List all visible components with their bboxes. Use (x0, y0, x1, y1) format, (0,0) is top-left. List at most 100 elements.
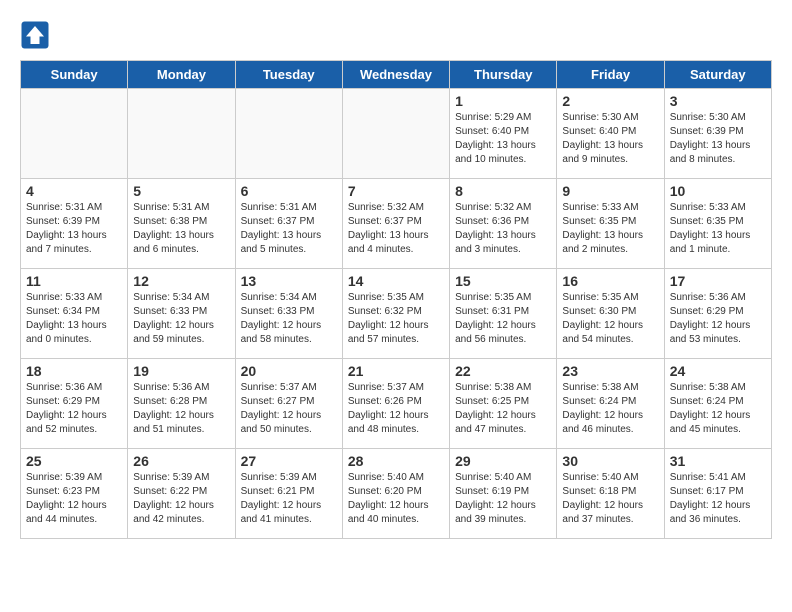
day-cell: 25 Sunrise: 5:39 AM Sunset: 6:23 PM Dayli… (21, 449, 128, 539)
day-info: Sunrise: 5:36 AM Sunset: 6:28 PM Dayligh… (133, 381, 229, 437)
day-number: 19 (133, 363, 229, 379)
day-cell: 2 Sunrise: 5:30 AM Sunset: 6:40 PM Daylig… (557, 89, 664, 179)
day-cell: 7 Sunrise: 5:32 AM Sunset: 6:37 PM Daylig… (342, 179, 449, 269)
day-number: 8 (455, 183, 551, 199)
day-info: Sunrise: 5:38 AM Sunset: 6:24 PM Dayligh… (562, 381, 658, 437)
day-info: Sunrise: 5:40 AM Sunset: 6:18 PM Dayligh… (562, 471, 658, 527)
header-row: SundayMondayTuesdayWednesdayThursdayFrid… (21, 61, 772, 89)
day-number: 13 (241, 273, 337, 289)
day-number: 31 (670, 453, 766, 469)
day-cell: 9 Sunrise: 5:33 AM Sunset: 6:35 PM Daylig… (557, 179, 664, 269)
day-info: Sunrise: 5:35 AM Sunset: 6:31 PM Dayligh… (455, 291, 551, 347)
day-number: 3 (670, 93, 766, 109)
logo-icon (20, 20, 50, 50)
day-cell: 6Sunrise: 5:31 AM Sunset: 6:37 PM Daylig… (235, 179, 342, 269)
day-cell: 21 Sunrise: 5:37 AM Sunset: 6:26 PM Dayli… (342, 359, 449, 449)
day-cell: 27 Sunrise: 5:39 AM Sunset: 6:21 PM Dayli… (235, 449, 342, 539)
day-number: 4 (26, 183, 122, 199)
day-number: 1 (455, 93, 551, 109)
day-cell: 30 Sunrise: 5:40 AM Sunset: 6:18 PM Dayli… (557, 449, 664, 539)
day-number: 22 (455, 363, 551, 379)
day-info: Sunrise: 5:38 AM Sunset: 6:25 PM Dayligh… (455, 381, 551, 437)
day-cell: 13 Sunrise: 5:34 AM Sunset: 6:33 PM Dayli… (235, 269, 342, 359)
weekday-header: Sunday (21, 61, 128, 89)
day-cell: 8 Sunrise: 5:32 AM Sunset: 6:36 PM Daylig… (450, 179, 557, 269)
day-info: Sunrise: 5:38 AM Sunset: 6:24 PM Dayligh… (670, 381, 766, 437)
day-cell: 24 Sunrise: 5:38 AM Sunset: 6:24 PM Dayli… (664, 359, 771, 449)
day-info: Sunrise: 5:40 AM Sunset: 6:19 PM Dayligh… (455, 471, 551, 527)
day-cell: 14Sunrise: 5:35 AM Sunset: 6:32 PM Dayli… (342, 269, 449, 359)
day-info: Sunrise: 5:39 AM Sunset: 6:23 PM Dayligh… (26, 471, 122, 527)
day-cell (342, 89, 449, 179)
week-row: 25 Sunrise: 5:39 AM Sunset: 6:23 PM Dayli… (21, 449, 772, 539)
day-number: 29 (455, 453, 551, 469)
day-info: Sunrise: 5:35 AM Sunset: 6:30 PM Dayligh… (562, 291, 658, 347)
day-number: 17 (670, 273, 766, 289)
day-number: 9 (562, 183, 658, 199)
day-info: Sunrise: 5:32 AM Sunset: 6:36 PM Dayligh… (455, 201, 551, 257)
weekday-header: Saturday (664, 61, 771, 89)
day-cell: 26Sunrise: 5:39 AM Sunset: 6:22 PM Dayli… (128, 449, 235, 539)
day-info: Sunrise: 5:37 AM Sunset: 6:26 PM Dayligh… (348, 381, 444, 437)
day-number: 2 (562, 93, 658, 109)
calendar-table: SundayMondayTuesdayWednesdayThursdayFrid… (20, 60, 772, 539)
day-cell: 10 Sunrise: 5:33 AM Sunset: 6:35 PM Dayli… (664, 179, 771, 269)
day-info: Sunrise: 5:33 AM Sunset: 6:34 PM Dayligh… (26, 291, 122, 347)
day-number: 30 (562, 453, 658, 469)
day-number: 25 (26, 453, 122, 469)
weekday-header: Tuesday (235, 61, 342, 89)
weekday-header: Monday (128, 61, 235, 89)
day-info: Sunrise: 5:37 AM Sunset: 6:27 PM Dayligh… (241, 381, 337, 437)
day-number: 14 (348, 273, 444, 289)
day-cell: 11 Sunrise: 5:33 AM Sunset: 6:34 PM Dayli… (21, 269, 128, 359)
day-number: 18 (26, 363, 122, 379)
day-cell (128, 89, 235, 179)
day-number: 11 (26, 273, 122, 289)
day-info: Sunrise: 5:40 AM Sunset: 6:20 PM Dayligh… (348, 471, 444, 527)
weekday-header: Friday (557, 61, 664, 89)
week-row: 18 Sunrise: 5:36 AM Sunset: 6:29 PM Dayli… (21, 359, 772, 449)
day-cell: 5 Sunrise: 5:31 AM Sunset: 6:38 PM Daylig… (128, 179, 235, 269)
day-number: 23 (562, 363, 658, 379)
day-info: Sunrise: 5:39 AM Sunset: 6:22 PM Dayligh… (133, 471, 229, 527)
day-info: Sunrise: 5:32 AM Sunset: 6:37 PM Dayligh… (348, 201, 444, 257)
day-cell: 19 Sunrise: 5:36 AM Sunset: 6:28 PM Dayli… (128, 359, 235, 449)
day-info: Sunrise: 5:36 AM Sunset: 6:29 PM Dayligh… (670, 291, 766, 347)
page-header (20, 20, 772, 50)
day-number: 24 (670, 363, 766, 379)
day-info: Sunrise: 5:39 AM Sunset: 6:21 PM Dayligh… (241, 471, 337, 527)
day-info: Sunrise: 5:33 AM Sunset: 6:35 PM Dayligh… (670, 201, 766, 257)
week-row: 4 Sunrise: 5:31 AM Sunset: 6:39 PM Daylig… (21, 179, 772, 269)
day-cell: 15 Sunrise: 5:35 AM Sunset: 6:31 PM Dayli… (450, 269, 557, 359)
day-cell: 1 Sunrise: 5:29 AM Sunset: 6:40 PM Daylig… (450, 89, 557, 179)
day-info: Sunrise: 5:41 AM Sunset: 6:17 PM Dayligh… (670, 471, 766, 527)
day-cell: 23 Sunrise: 5:38 AM Sunset: 6:24 PM Dayli… (557, 359, 664, 449)
weekday-header: Thursday (450, 61, 557, 89)
day-info: Sunrise: 5:30 AM Sunset: 6:40 PM Dayligh… (562, 111, 658, 167)
day-cell: 12Sunrise: 5:34 AM Sunset: 6:33 PM Dayli… (128, 269, 235, 359)
day-info: Sunrise: 5:29 AM Sunset: 6:40 PM Dayligh… (455, 111, 551, 167)
day-info: Sunrise: 5:36 AM Sunset: 6:29 PM Dayligh… (26, 381, 122, 437)
day-number: 15 (455, 273, 551, 289)
day-info: Sunrise: 5:34 AM Sunset: 6:33 PM Dayligh… (133, 291, 229, 347)
day-number: 10 (670, 183, 766, 199)
day-number: 21 (348, 363, 444, 379)
day-info: Sunrise: 5:31 AM Sunset: 6:38 PM Dayligh… (133, 201, 229, 257)
day-number: 7 (348, 183, 444, 199)
day-info: Sunrise: 5:31 AM Sunset: 6:39 PM Dayligh… (26, 201, 122, 257)
day-number: 5 (133, 183, 229, 199)
day-info: Sunrise: 5:34 AM Sunset: 6:33 PM Dayligh… (241, 291, 337, 347)
weekday-header: Wednesday (342, 61, 449, 89)
day-info: Sunrise: 5:30 AM Sunset: 6:39 PM Dayligh… (670, 111, 766, 167)
day-number: 27 (241, 453, 337, 469)
day-cell (21, 89, 128, 179)
day-cell: 18 Sunrise: 5:36 AM Sunset: 6:29 PM Dayli… (21, 359, 128, 449)
day-cell: 22 Sunrise: 5:38 AM Sunset: 6:25 PM Dayli… (450, 359, 557, 449)
day-cell: 17 Sunrise: 5:36 AM Sunset: 6:29 PM Dayli… (664, 269, 771, 359)
day-cell: 16Sunrise: 5:35 AM Sunset: 6:30 PM Dayli… (557, 269, 664, 359)
day-cell: 28 Sunrise: 5:40 AM Sunset: 6:20 PM Dayli… (342, 449, 449, 539)
logo (20, 20, 54, 50)
day-number: 6 (241, 183, 337, 199)
day-number: 28 (348, 453, 444, 469)
day-info: Sunrise: 5:33 AM Sunset: 6:35 PM Dayligh… (562, 201, 658, 257)
